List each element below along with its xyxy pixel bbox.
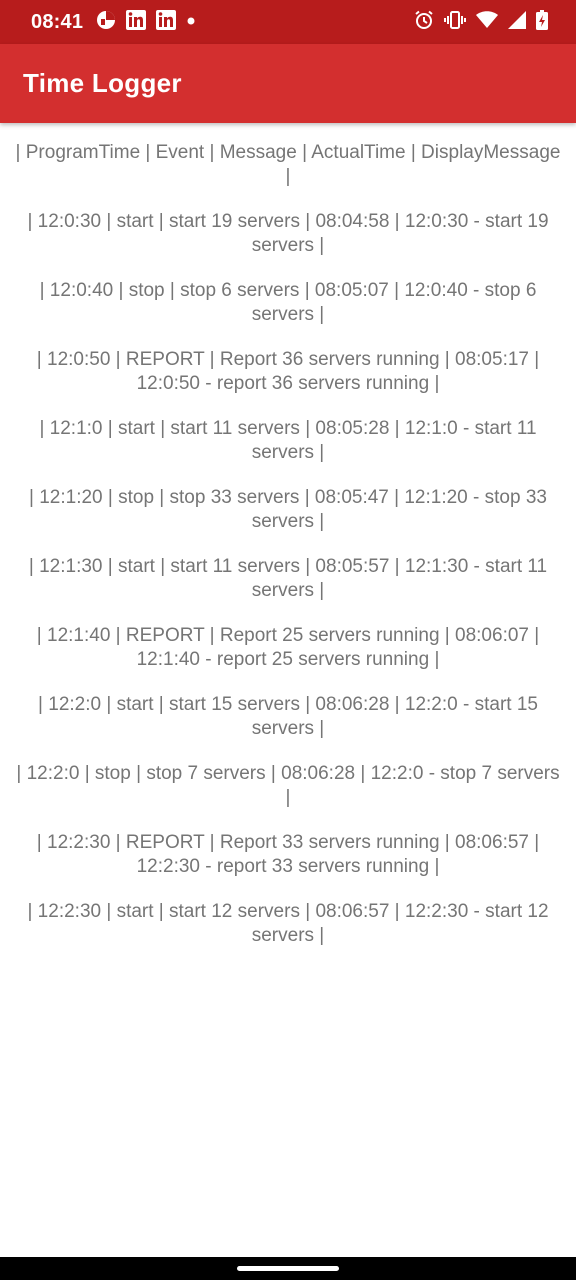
log-entry: | 12:2:30 | REPORT | Report 33 servers r… (36, 832, 540, 877)
log-entry: | 12:1:20 | stop | stop 33 servers | 08:… (29, 487, 547, 532)
signal-icon (508, 10, 526, 34)
app-notification-icon (96, 10, 116, 35)
log-entry: | 12:0:40 | stop | stop 6 servers | 08:0… (39, 280, 537, 325)
wifi-icon (476, 10, 498, 34)
home-gesture-handle[interactable] (237, 1266, 339, 1271)
log-entry: | 12:0:30 | start | start 19 servers | 0… (27, 211, 549, 256)
log-header-row: | ProgramTime | Event | Message | Actual… (15, 142, 561, 187)
log-entry: | 12:1:0 | start | start 11 servers | 08… (39, 418, 537, 463)
battery-charging-icon (536, 9, 548, 35)
app-title: Time Logger (23, 68, 182, 98)
linkedin-icon (156, 9, 176, 35)
alarm-icon (414, 10, 434, 35)
status-time: 08:41 (31, 11, 84, 33)
status-system-icons (414, 9, 548, 35)
log-entry: | 12:1:40 | REPORT | Report 25 servers r… (36, 625, 540, 670)
notification-dot-icon (186, 13, 196, 31)
navigation-bar (0, 1257, 576, 1280)
log-entry: | 12:0:50 | REPORT | Report 36 servers r… (36, 349, 540, 394)
log-entry: | 12:2:0 | stop | stop 7 servers | 08:06… (16, 763, 560, 808)
log-entry: | 12:2:0 | start | start 15 servers | 08… (38, 694, 538, 739)
linkedin-icon (126, 9, 146, 35)
log-entry: | 12:1:30 | start | start 11 servers | 0… (28, 556, 548, 601)
app-bar: Time Logger (0, 44, 576, 123)
status-notification-icons (96, 9, 196, 35)
log-list: | ProgramTime | Event | Message | Actual… (0, 141, 576, 969)
vibrate-icon (444, 10, 466, 35)
log-entry: | 12:2:30 | start | start 12 servers | 0… (27, 901, 549, 946)
status-bar: 08:41 (0, 0, 576, 44)
